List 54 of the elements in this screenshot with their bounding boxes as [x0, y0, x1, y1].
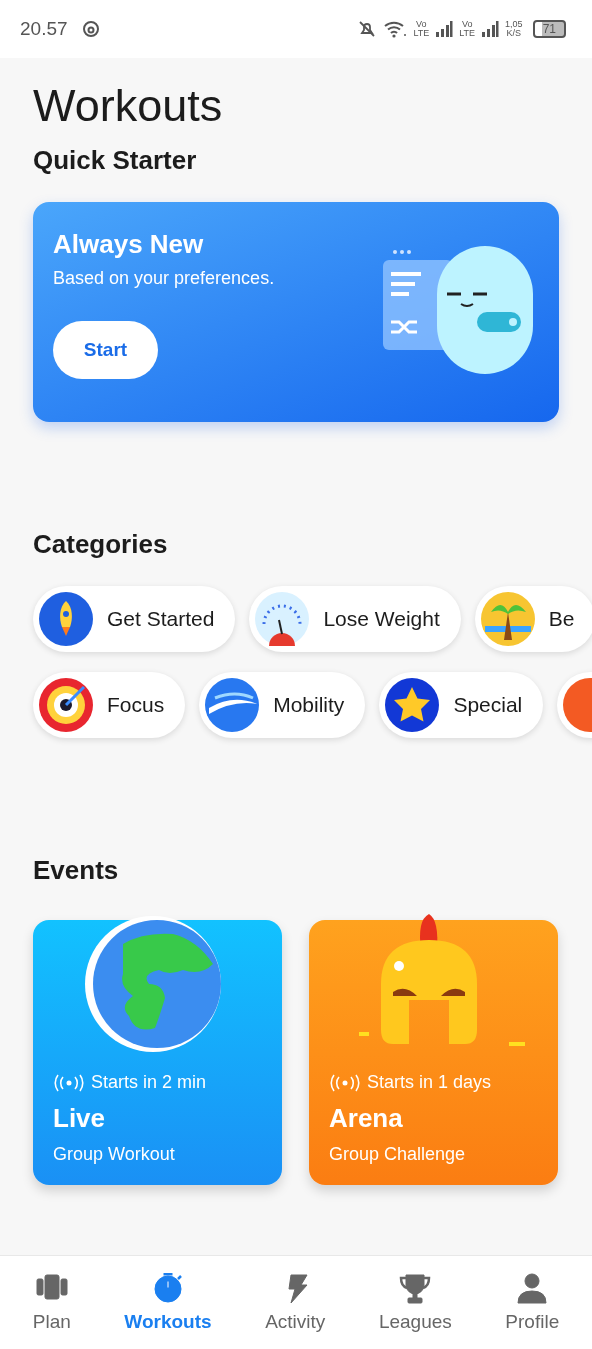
- nav-tab[interactable]: Leagues: [378, 1272, 452, 1333]
- card-title: Always New: [53, 228, 205, 260]
- nav-tab[interactable]: Profile: [505, 1272, 560, 1333]
- wifi-icon: [383, 19, 408, 39]
- signal-icon: [435, 20, 454, 38]
- network-type-label: LTE: [413, 29, 430, 38]
- category-icon: [39, 592, 93, 646]
- category-icon: [480, 592, 535, 646]
- network-type-label: LTE: [459, 29, 476, 38]
- start-button[interactable]: Start: [53, 321, 158, 379]
- category-icon: [385, 678, 440, 732]
- category-chip[interactable]: Special: [379, 672, 544, 738]
- event-title: Arena: [329, 1103, 404, 1134]
- category-label: Mobility: [273, 693, 345, 717]
- category-icon: [39, 678, 93, 732]
- category-chip[interactable]: Focus: [33, 672, 186, 738]
- page-title: Workouts: [33, 80, 224, 132]
- nav-tab[interactable]: Plan: [32, 1272, 71, 1333]
- category-label: Lose Weight: [323, 607, 440, 631]
- category-chip[interactable]: Mobility: [199, 672, 366, 738]
- category-label: Special: [453, 693, 523, 717]
- broadcast-icon: [53, 1073, 85, 1092]
- event-start-time: Starts in 1 days: [367, 1072, 492, 1093]
- broadcast-icon: [329, 1073, 361, 1092]
- network-speed-unit: K/S: [506, 29, 522, 38]
- signal-icon: [481, 20, 500, 38]
- category-chip[interactable]: Lose Weight: [249, 586, 461, 652]
- category-chip[interactable]: Get Started: [33, 586, 236, 652]
- category-label: Get Started: [107, 607, 215, 631]
- category-chip[interactable]: Be: [474, 586, 592, 652]
- section-heading: Categories: [33, 528, 169, 560]
- nav-tab[interactable]: Activity: [265, 1272, 326, 1333]
- section-heading: Quick Starter: [33, 144, 198, 176]
- event-subtitle: Group Workout: [53, 1144, 176, 1165]
- nav-tab[interactable]: Workouts: [124, 1272, 212, 1333]
- status-time: 20.57: [20, 18, 68, 40]
- card-subtitle: Based on your preferences.: [53, 268, 275, 289]
- battery-icon: 71: [532, 20, 566, 38]
- category-icon: [255, 592, 310, 646]
- event-title: Live: [53, 1103, 107, 1134]
- category-label: Focus: [107, 693, 165, 717]
- swirl-icon: [81, 20, 100, 38]
- network-type-label: Vo: [416, 20, 427, 29]
- network-speed: 1,05: [505, 20, 523, 29]
- section-heading: Events: [33, 854, 120, 886]
- event-start-time: Starts in 2 min: [91, 1072, 207, 1093]
- quick-start-card[interactable]: Always New Based on your preferences. Start: [33, 202, 559, 422]
- trophy-icon: [399, 1272, 432, 1305]
- category-label: Be: [548, 607, 575, 631]
- event-subtitle: Group Challenge: [329, 1144, 467, 1165]
- network-type-label: Vo: [461, 20, 473, 29]
- category-icon: [205, 678, 260, 732]
- stopwatch-icon: [151, 1272, 184, 1305]
- person-icon: [516, 1272, 549, 1305]
